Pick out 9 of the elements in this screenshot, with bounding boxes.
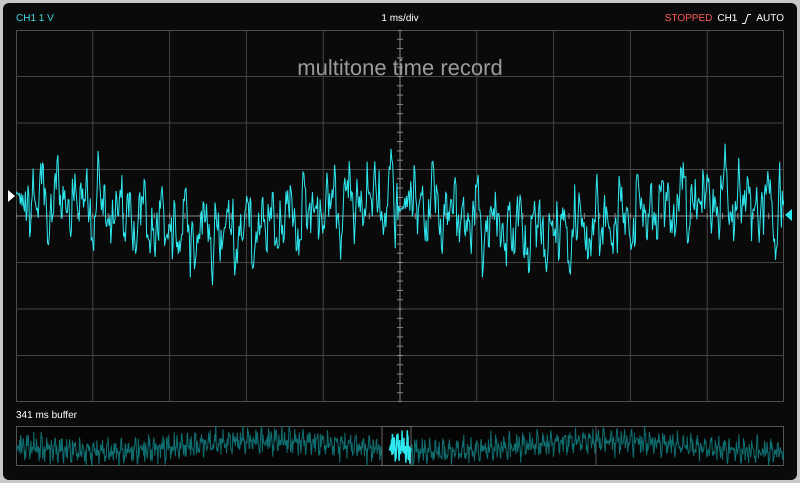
trigger-mode: AUTO: [756, 12, 784, 26]
buffer-label: 341 ms buffer: [16, 409, 77, 423]
trigger-level-icon: [785, 209, 792, 221]
channel-scale: CH1 1 V: [16, 12, 55, 26]
run-status: STOPPED: [664, 12, 712, 26]
rising-edge-icon: [742, 14, 752, 24]
trigger-source: CH1: [717, 12, 738, 26]
trigger-marker-icon: [8, 190, 15, 202]
timebase: 1 ms/div: [381, 12, 419, 26]
